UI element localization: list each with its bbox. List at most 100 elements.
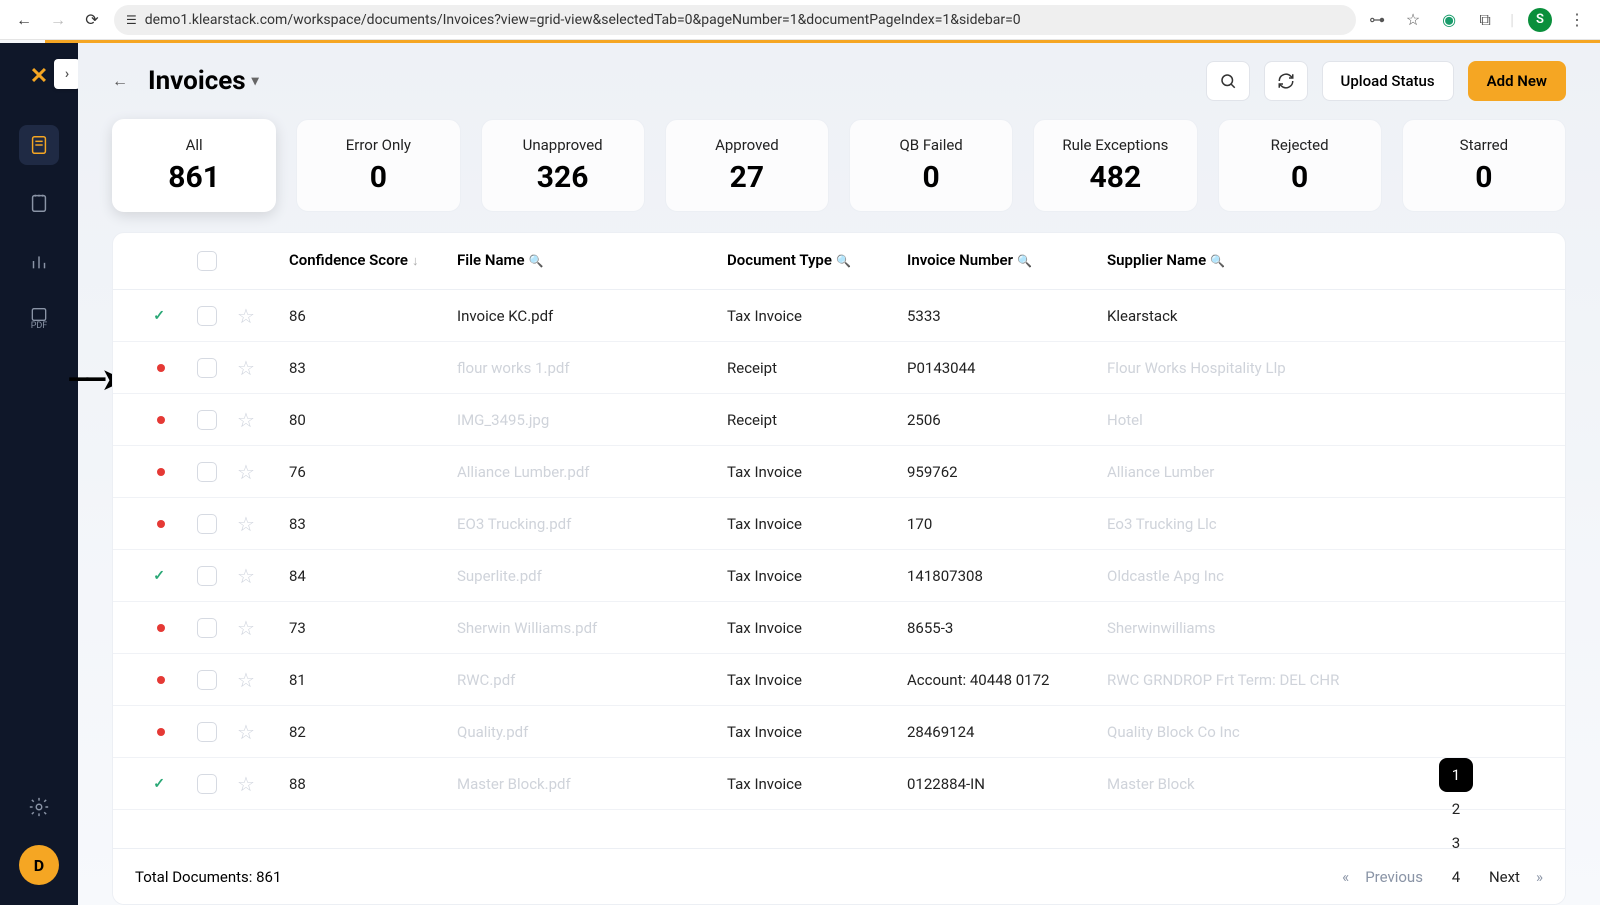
- th-supplier[interactable]: Supplier Name🔍: [1107, 251, 1565, 271]
- page-prev[interactable]: Previous: [1359, 868, 1429, 886]
- table-row[interactable]: ☆80IMG_3495.jpgReceipt2506Hotel: [113, 394, 1565, 446]
- select-all-checkbox[interactable]: [197, 251, 217, 271]
- star-toggle[interactable]: ☆: [237, 720, 255, 744]
- tab-label: Starred: [1411, 136, 1557, 154]
- url-text: demo1.klearstack.com/workspace/documents…: [145, 12, 1021, 28]
- sidebar-item-settings[interactable]: [19, 787, 59, 827]
- cell-doctype: Receipt: [727, 411, 907, 429]
- row-checkbox[interactable]: [197, 358, 217, 378]
- row-checkbox[interactable]: [197, 774, 217, 794]
- star-toggle[interactable]: ☆: [237, 408, 255, 432]
- nav-back[interactable]: ←: [12, 8, 36, 32]
- upload-status-button[interactable]: Upload Status: [1322, 61, 1454, 101]
- sidebar-item-documents[interactable]: [19, 125, 59, 165]
- page-5[interactable]: 5: [1439, 894, 1473, 905]
- star-toggle[interactable]: ☆: [237, 304, 255, 328]
- user-avatar[interactable]: D: [19, 845, 59, 885]
- back-button[interactable]: ←: [112, 71, 134, 91]
- cell-supplier: Quality Block Co Inc: [1107, 723, 1565, 741]
- total-documents: Total Documents: 861: [135, 868, 281, 886]
- status-error-icon: [157, 676, 165, 684]
- cell-supplier: Eo3 Trucking Llc: [1107, 515, 1565, 533]
- filter-tab-rule-exceptions[interactable]: Rule Exceptions482: [1033, 119, 1197, 212]
- page-first[interactable]: «: [1342, 868, 1349, 886]
- filter-tab-qb-failed[interactable]: QB Failed0: [849, 119, 1013, 212]
- row-checkbox[interactable]: [197, 722, 217, 742]
- browser-toolbar: ← → ⟳ ☰ demo1.klearstack.com/workspace/d…: [0, 0, 1600, 40]
- star-toggle[interactable]: ☆: [237, 356, 255, 380]
- app-sidebar: ✕ › PDF D: [0, 43, 78, 905]
- profile-avatar[interactable]: S: [1528, 8, 1552, 32]
- filter-tab-error-only[interactable]: Error Only0: [296, 119, 460, 212]
- extensions-icon[interactable]: ⧉: [1474, 9, 1496, 31]
- app-logo[interactable]: ✕ ›: [20, 57, 58, 95]
- star-toggle[interactable]: ☆: [237, 460, 255, 484]
- tab-label: Rule Exceptions: [1042, 136, 1188, 154]
- cell-doctype: Tax Invoice: [727, 515, 907, 533]
- ext1-icon[interactable]: ◉: [1438, 9, 1460, 31]
- row-checkbox[interactable]: [197, 462, 217, 482]
- row-checkbox[interactable]: [197, 670, 217, 690]
- filter-tab-rejected[interactable]: Rejected0: [1218, 119, 1382, 212]
- cell-confidence: 82: [287, 723, 457, 741]
- th-doctype[interactable]: Document Type🔍: [727, 251, 907, 271]
- page-4[interactable]: 4: [1439, 860, 1473, 894]
- sidebar-item-pdf[interactable]: PDF: [19, 299, 59, 339]
- th-filename[interactable]: File Name🔍: [457, 251, 727, 271]
- row-checkbox[interactable]: [197, 566, 217, 586]
- row-checkbox[interactable]: [197, 514, 217, 534]
- table-row[interactable]: ☆81RWC.pdfTax InvoiceAccount: 40448 0172…: [113, 654, 1565, 706]
- key-icon[interactable]: ⊶: [1366, 9, 1388, 31]
- tab-label: Approved: [674, 136, 820, 154]
- star-toggle[interactable]: ☆: [237, 564, 255, 588]
- add-new-button[interactable]: Add New: [1468, 61, 1566, 101]
- table-row[interactable]: ✓☆84Superlite.pdfTax Invoice141807308Old…: [113, 550, 1565, 602]
- th-invoice[interactable]: Invoice Number🔍: [907, 251, 1107, 271]
- table-row[interactable]: ☆83flour works 1.pdfReceiptP0143044Flour…: [113, 342, 1565, 394]
- nav-reload[interactable]: ⟳: [80, 8, 104, 32]
- star-icon[interactable]: ☆: [1402, 9, 1424, 31]
- table-row[interactable]: ☆82Quality.pdfTax Invoice28469124Quality…: [113, 706, 1565, 758]
- table-row[interactable]: ☆83EO3 Trucking.pdfTax Invoice170Eo3 Tru…: [113, 498, 1565, 550]
- url-bar[interactable]: ☰ demo1.klearstack.com/workspace/documen…: [114, 5, 1356, 35]
- row-checkbox[interactable]: [197, 306, 217, 326]
- sidebar-item-analytics[interactable]: [19, 241, 59, 281]
- star-toggle[interactable]: ☆: [237, 668, 255, 692]
- cell-doctype: Tax Invoice: [727, 567, 907, 585]
- cell-confidence: 80: [287, 411, 457, 429]
- row-checkbox[interactable]: [197, 410, 217, 430]
- cell-filename: flour works 1.pdf: [457, 359, 727, 377]
- tab-label: Unapproved: [490, 136, 636, 154]
- filter-tab-starred[interactable]: Starred0: [1402, 119, 1566, 212]
- table-row[interactable]: ☆73Sherwin Williams.pdfTax Invoice8655-3…: [113, 602, 1565, 654]
- filter-tab-approved[interactable]: Approved27: [665, 119, 829, 212]
- page-last[interactable]: »: [1536, 868, 1543, 886]
- menu-icon[interactable]: ⋮: [1566, 9, 1588, 31]
- page-2[interactable]: 2: [1439, 792, 1473, 826]
- page-title[interactable]: Invoices ▾: [148, 66, 259, 96]
- page-next[interactable]: Next: [1483, 868, 1526, 886]
- tab-count: 861: [121, 160, 267, 195]
- page-3[interactable]: 3: [1439, 826, 1473, 860]
- sidebar-item-notes[interactable]: [19, 183, 59, 223]
- table-row[interactable]: ✓☆86Invoice KC.pdfTax Invoice5333Klearst…: [113, 290, 1565, 342]
- status-error-icon: [157, 520, 165, 528]
- star-toggle[interactable]: ☆: [237, 616, 255, 640]
- cell-invoice: 2506: [907, 411, 1107, 429]
- filter-tab-all[interactable]: All861: [112, 119, 276, 212]
- th-confidence[interactable]: Confidence Score↓: [287, 251, 457, 271]
- sidebar-expand[interactable]: ›: [54, 59, 80, 89]
- filter-tab-unapproved[interactable]: Unapproved326: [481, 119, 645, 212]
- star-toggle[interactable]: ☆: [237, 772, 255, 796]
- search-button[interactable]: [1206, 61, 1250, 101]
- cell-supplier: Alliance Lumber: [1107, 463, 1565, 481]
- page-1[interactable]: 1: [1439, 758, 1473, 792]
- cell-invoice: 170: [907, 515, 1107, 533]
- star-toggle[interactable]: ☆: [237, 512, 255, 536]
- table-row[interactable]: ☆76Alliance Lumber.pdfTax Invoice959762A…: [113, 446, 1565, 498]
- row-checkbox[interactable]: [197, 618, 217, 638]
- refresh-button[interactable]: [1264, 61, 1308, 101]
- nav-fwd[interactable]: →: [46, 8, 70, 32]
- cell-filename: EO3 Trucking.pdf: [457, 515, 727, 533]
- cell-invoice: 5333: [907, 307, 1107, 325]
